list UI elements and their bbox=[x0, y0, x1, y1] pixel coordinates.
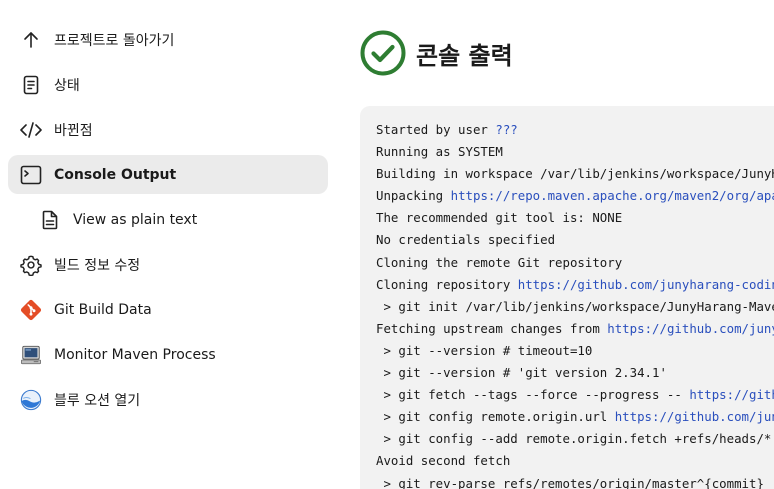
gear-icon bbox=[20, 254, 42, 276]
console-line: Avoid second fetch bbox=[376, 453, 511, 469]
jenkins-console-page: 프로젝트로 돌아가기 상태 바뀐점 Console Output View as… bbox=[0, 0, 774, 489]
console-log: Started by user ??? Running as SYSTEM Buil… bbox=[360, 106, 774, 489]
sidebar-item-git-build-data[interactable]: Git Build Data bbox=[8, 290, 328, 329]
git-icon bbox=[20, 299, 42, 321]
sidebar-item-status[interactable]: 상태 bbox=[8, 65, 328, 104]
sidebar-item-view-plain-text[interactable]: View as plain text bbox=[8, 200, 328, 239]
page-header: 콘솔 출력 bbox=[360, 30, 513, 76]
sidebar-item-label: 바뀐점 bbox=[54, 122, 93, 139]
user-link[interactable]: ??? bbox=[495, 122, 517, 137]
console-line: > git --version # timeout=10 bbox=[376, 342, 593, 358]
sidebar-item-blue-ocean[interactable]: 블루 오션 열기 bbox=[8, 380, 328, 419]
sidebar: 프로젝트로 돌아가기 상태 바뀐점 Console Output View as… bbox=[8, 20, 328, 425]
sidebar-item-label: 빌드 정보 수정 bbox=[54, 257, 141, 274]
console-line: The recommended git tool is: NONE bbox=[376, 210, 623, 226]
sidebar-item-label: 프로젝트로 돌아가기 bbox=[54, 32, 175, 49]
sidebar-item-label: View as plain text bbox=[73, 211, 198, 228]
repository-link[interactable]: https://github.com/junyharang-coding-stu… bbox=[607, 321, 774, 336]
blue-ocean-icon bbox=[20, 389, 42, 411]
sidebar-item-label: 상태 bbox=[54, 77, 80, 94]
console-line: > git init /var/lib/jenkins/workspace/Ju… bbox=[383, 298, 774, 314]
sidebar-item-label: Monitor Maven Process bbox=[54, 346, 216, 363]
sidebar-item-console-output[interactable]: Console Output bbox=[8, 155, 328, 194]
document-icon bbox=[20, 74, 42, 96]
sidebar-item-monitor-maven[interactable]: Monitor Maven Process bbox=[8, 335, 328, 374]
arrow-up-icon bbox=[20, 29, 42, 51]
code-icon bbox=[20, 119, 42, 141]
console-line: Building in workspace /var/lib/jenkins/w… bbox=[376, 166, 774, 182]
sidebar-item-label: Git Build Data bbox=[54, 301, 152, 318]
console-line: Running as SYSTEM bbox=[376, 144, 503, 160]
success-check-icon bbox=[360, 30, 406, 76]
sidebar-item-label: Console Output bbox=[54, 166, 177, 183]
console-line: Cloning the remote Git repository bbox=[376, 254, 623, 270]
computer-icon bbox=[20, 344, 42, 366]
console-output: Started by user ??? Running as SYSTEM Buil… bbox=[360, 106, 774, 489]
terminal-icon bbox=[20, 164, 42, 186]
repository-link[interactable]: https://github.com/junyharang-coding-stu… bbox=[689, 387, 774, 402]
console-line: Started by user ??? bbox=[376, 122, 518, 137]
console-line: Unpacking https://repo.maven.apache.org/… bbox=[376, 185, 774, 207]
console-line: Cloning repository https://github.com/ju… bbox=[376, 274, 774, 296]
console-line: > git config --add remote.origin.fetch +… bbox=[383, 431, 774, 447]
sidebar-item-label: 블루 오션 열기 bbox=[54, 392, 141, 409]
console-line: > git rev-parse refs/remotes/origin/mast… bbox=[376, 475, 764, 489]
console-line: No credentials specified bbox=[376, 232, 556, 248]
console-line: > git config remote.origin.url https://g… bbox=[376, 406, 774, 428]
file-text-icon bbox=[39, 209, 61, 231]
maven-download-link[interactable]: https://repo.maven.apache.org/maven2/org… bbox=[451, 188, 774, 203]
sidebar-item-edit-build-info[interactable]: 빌드 정보 수정 bbox=[8, 245, 328, 284]
repository-link[interactable]: https://github.com/junyharang-coding-stu… bbox=[615, 409, 774, 424]
console-line: Fetching upstream changes from https://g… bbox=[376, 318, 774, 340]
console-line: > git --version # 'git version 2.34.1' bbox=[376, 365, 667, 381]
repository-link[interactable]: https://github.com/junyharang-coding-stu… bbox=[518, 277, 774, 292]
sidebar-item-back-to-project[interactable]: 프로젝트로 돌아가기 bbox=[8, 20, 328, 59]
sidebar-item-changes[interactable]: 바뀐점 bbox=[8, 110, 328, 149]
page-title: 콘솔 출력 bbox=[416, 41, 513, 70]
console-line: > git fetch --tags --force --progress --… bbox=[376, 384, 774, 406]
